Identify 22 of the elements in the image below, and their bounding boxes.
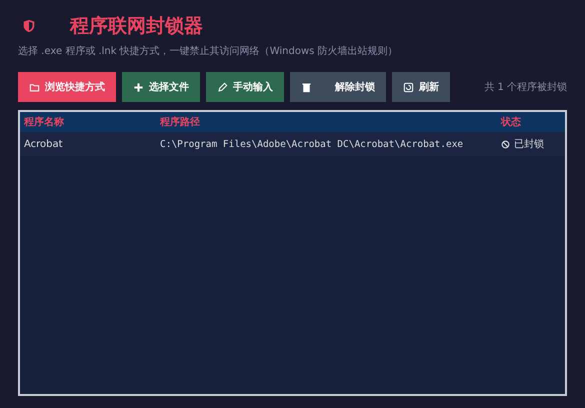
- blocked-count: 共 1 个程序被封锁: [484, 80, 567, 94]
- toolbar-button[interactable]: 刷新: [392, 72, 450, 102]
- refresh-icon: [403, 82, 414, 92]
- subtitle: 选择 .exe 程序或 .lnk 快捷方式，一键禁止其访问网络（Windows 防火墙出站规则）: [18, 44, 399, 58]
- blocked-icon: [501, 140, 510, 148]
- table-cell-text: C:\Program Files\Adobe\Acrobat DC\Acrobat\Acrobat.exe: [160, 138, 464, 150]
- column-header: 程序名称: [24, 115, 65, 129]
- column-header: 程序路径: [160, 115, 201, 129]
- pencil-icon: [217, 82, 228, 92]
- table-cell-text: Acrobat: [24, 138, 64, 150]
- plus-icon: [133, 82, 144, 92]
- toolbar-button[interactable]: 浏览快捷方式: [18, 72, 116, 102]
- toolbar-button[interactable]: 解除封锁: [290, 72, 386, 102]
- column-header: 状态: [500, 116, 522, 129]
- toolbar-button[interactable]: 手动输入: [206, 72, 284, 102]
- trash-icon: [301, 82, 312, 92]
- status-text: 已封锁: [514, 138, 544, 151]
- folder-icon: [29, 82, 40, 92]
- toolbar-button[interactable]: 选择文件: [122, 72, 200, 102]
- table-row[interactable]: Acrobat C:\Program Files\Adobe\Acrobat DC\Acrobat\Acrobat.exe 已封锁: [20, 132, 565, 156]
- shield-icon: [22, 18, 36, 34]
- app-title: 程序联网封锁器: [70, 14, 203, 39]
